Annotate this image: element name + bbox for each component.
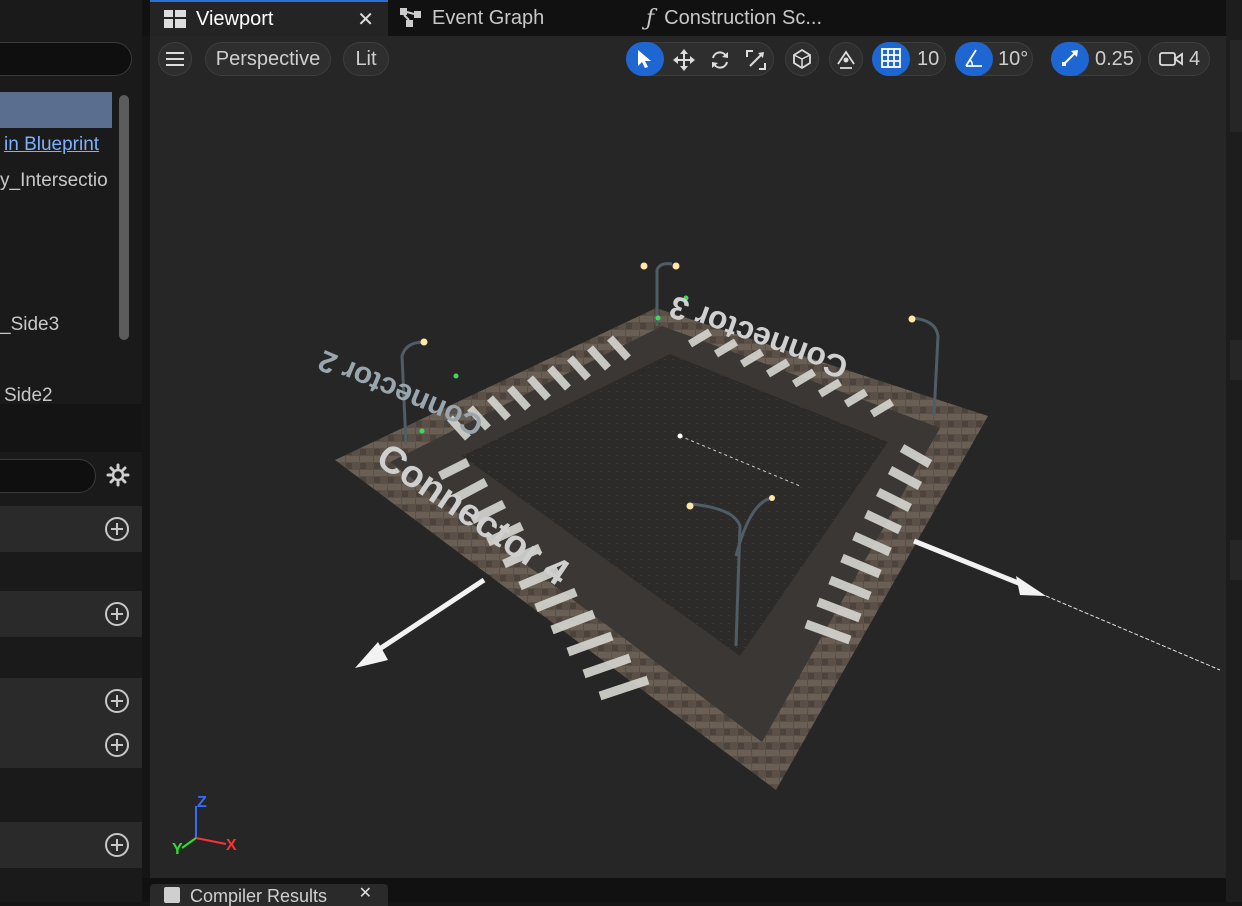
grid-icon (881, 48, 901, 68)
details-section-4[interactable] (0, 722, 142, 768)
rotate-icon[interactable] (709, 49, 731, 71)
editor-tab-bar: Viewport ✕ Event Graph ƒ Construction Sc… (142, 0, 1226, 36)
tree-row-label: _Side3 (0, 314, 60, 335)
viewport-icon (164, 10, 186, 28)
panel-divider (0, 404, 142, 452)
axis-y-label: Y (172, 841, 183, 858)
details-panel: in Blueprint y_Intersectio _Side3 Side2 (0, 0, 142, 902)
add-circle-icon[interactable] (105, 602, 129, 626)
scale-snap-value[interactable]: 0.25 (1095, 43, 1134, 75)
select-tool-button[interactable] (626, 42, 664, 76)
compiler-icon (164, 887, 180, 903)
perspective-button[interactable]: Perspective (205, 42, 331, 76)
transform-tools-group (626, 42, 774, 76)
graph-icon (400, 8, 421, 27)
scale-icon[interactable] (745, 49, 767, 71)
right-panel-edge (1226, 0, 1242, 902)
intersection-scene: Connector 4 Connector 3 Connector 2 (314, 262, 1221, 790)
tab-label: Viewport (196, 7, 274, 30)
tab-label: Construction Sc... (664, 6, 822, 29)
cursor-arrow-icon (638, 50, 651, 68)
add-circle-icon[interactable] (105, 517, 129, 541)
tab-event-graph[interactable]: Event Graph (400, 0, 544, 36)
camera-speed-button[interactable]: 4 (1148, 42, 1210, 76)
scale-snap-icon (1062, 50, 1078, 66)
camera-speed-value: 4 (1189, 47, 1201, 70)
tab-viewport[interactable]: Viewport ✕ (150, 0, 388, 36)
level-viewport[interactable]: Connector 4 Connector 3 Connector 2 Pers… (150, 36, 1226, 878)
camera-icon (1159, 52, 1183, 66)
scale-snap-group[interactable]: 0.25 (1051, 42, 1141, 76)
move-icon[interactable] (673, 49, 695, 71)
right-panel-section (1230, 540, 1242, 580)
details-section-3[interactable] (0, 678, 142, 724)
tree-row-side2[interactable]: Side2 (0, 378, 112, 402)
angle-icon (965, 49, 982, 67)
world-local-button[interactable] (785, 42, 819, 76)
tree-row-intersection[interactable]: y_Intersectio (0, 163, 112, 199)
tree-row-label: Side2 (4, 385, 53, 402)
tree-row-label: y_Intersectio (0, 170, 108, 191)
details-section-2[interactable] (0, 591, 142, 637)
details-section-1[interactable] (0, 506, 142, 552)
add-circle-icon[interactable] (105, 689, 129, 713)
rotation-snap-toggle[interactable] (955, 42, 993, 76)
viewport-options-button[interactable] (158, 42, 192, 76)
close-icon[interactable]: ✕ (357, 7, 374, 32)
axis-gizmo: Z X Y (172, 794, 237, 858)
tree-row-selected[interactable] (0, 92, 112, 128)
surface-snap-icon (837, 50, 855, 69)
tree-row-side3[interactable]: _Side3 (0, 307, 112, 343)
lit-label: Lit (355, 47, 377, 70)
tab-construction-script[interactable]: ƒ Construction Sc... (646, 0, 822, 36)
axis-z-label: Z (197, 794, 207, 811)
world-space-icon (793, 48, 811, 70)
rotation-snap-group[interactable]: 10° (955, 42, 1033, 76)
surface-snap-button[interactable] (829, 42, 863, 76)
perspective-label: Perspective (215, 47, 321, 70)
details-search-input[interactable] (0, 459, 96, 493)
tree-row-label: in Blueprint (4, 134, 100, 155)
tab-label: Event Graph (432, 6, 545, 29)
right-panel-section (1230, 340, 1242, 380)
grid-snap-group[interactable]: 10 (872, 42, 946, 76)
lit-button[interactable]: Lit (343, 42, 389, 76)
add-circle-icon[interactable] (105, 833, 129, 857)
function-icon: ƒ (646, 5, 655, 31)
add-circle-icon[interactable] (105, 733, 129, 757)
rotation-snap-value[interactable]: 10° (998, 43, 1028, 75)
scale-snap-toggle[interactable] (1051, 42, 1089, 76)
hamburger-icon (166, 52, 184, 66)
tree-row-edit-in-blueprint[interactable]: in Blueprint (4, 127, 116, 163)
axis-x-label: X (226, 837, 237, 854)
tab-label: Compiler Results (190, 886, 328, 906)
close-icon[interactable]: ✕ (359, 884, 372, 906)
bottom-tab-bar: Compiler Results ✕ (142, 878, 1226, 906)
tab-compiler-results[interactable]: Compiler Results ✕ (150, 884, 388, 906)
details-section-5[interactable] (0, 822, 142, 868)
gear-icon[interactable] (106, 463, 130, 487)
grid-snap-toggle[interactable] (872, 42, 910, 76)
right-panel-section (1230, 40, 1242, 132)
grid-snap-value[interactable]: 10 (917, 43, 939, 75)
tree-scrollbar[interactable] (119, 95, 129, 340)
components-search-input[interactable] (0, 42, 132, 76)
